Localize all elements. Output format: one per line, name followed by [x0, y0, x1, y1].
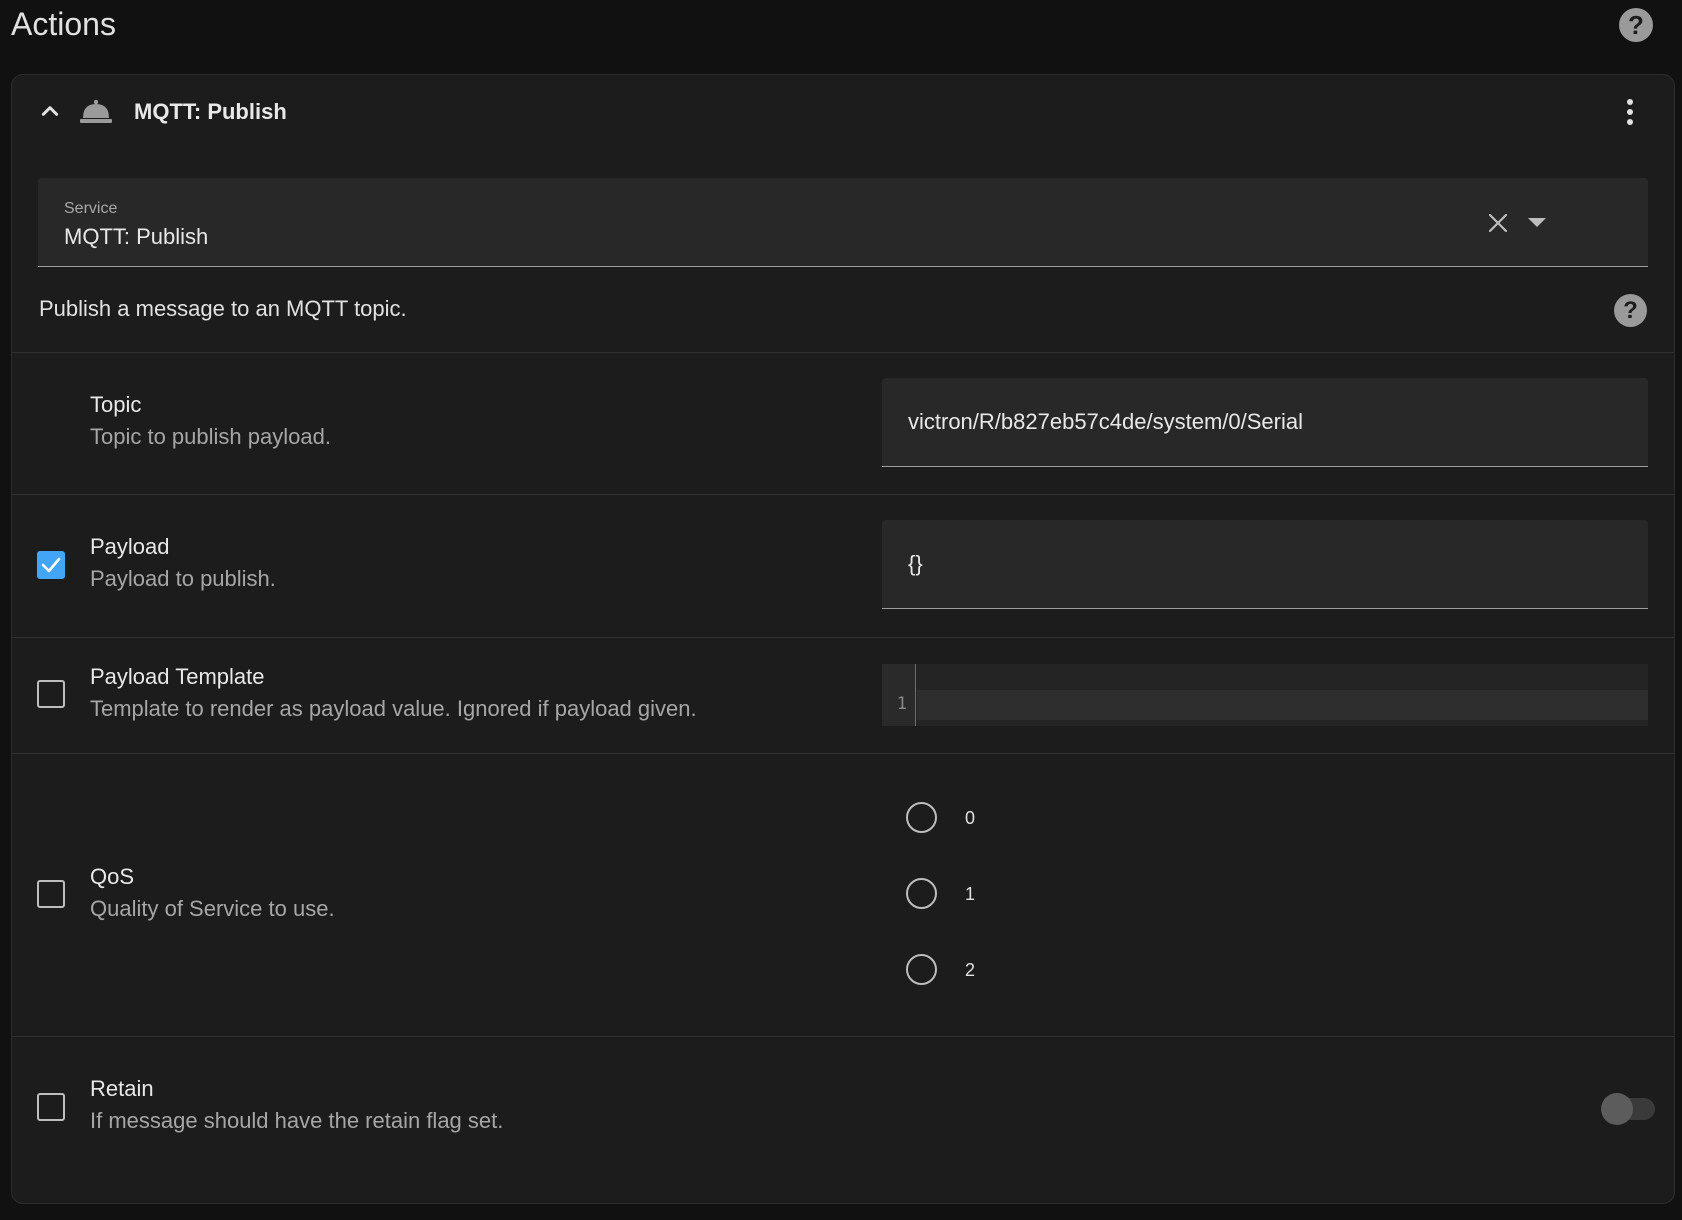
retain-title: Retain [90, 1076, 154, 1101]
chevron-up-icon[interactable] [34, 95, 66, 127]
topic-value: victron/R/b827eb57c4de/system/0/Serial [908, 409, 1303, 434]
qos-title: QoS [90, 864, 135, 889]
toggle-thumb [1601, 1093, 1633, 1125]
page-header: Actions ? [0, 0, 1682, 62]
dots-vertical-icon[interactable] [1624, 99, 1636, 129]
qos-radio-label-1: 1 [965, 884, 976, 904]
service-description: Publish a message to an MQTT topic. [39, 296, 407, 321]
retain-toggle[interactable] [1601, 1092, 1657, 1126]
divider [12, 637, 1674, 638]
service-label: Service [64, 200, 118, 217]
editor-gutter: 1 [882, 664, 916, 726]
payload-title: Payload [90, 534, 170, 559]
check-icon [41, 557, 61, 573]
qos-checkbox[interactable] [37, 880, 65, 908]
payload-input[interactable]: {} [882, 520, 1648, 609]
action-card-header[interactable]: MQTT: Publish [12, 75, 1674, 151]
bell-icon [80, 100, 112, 123]
qos-radio-2[interactable] [906, 954, 937, 985]
payload-template-editor[interactable]: 1 [882, 664, 1648, 726]
divider [12, 352, 1674, 353]
service-value: MQTT: Publish [64, 224, 209, 249]
help-circle-icon[interactable]: ? [1619, 8, 1653, 42]
payload-template-description: Template to render as payload value. Ign… [90, 696, 697, 721]
service-help-icon[interactable]: ? [1614, 294, 1647, 327]
divider [12, 753, 1674, 754]
editor-active-line [917, 690, 1648, 720]
topic-description: Topic to publish payload. [90, 424, 331, 449]
menu-down-icon[interactable] [1528, 218, 1546, 227]
payload-value: {} [908, 551, 923, 576]
qos-radio-label-0: 0 [965, 808, 976, 828]
action-title: MQTT: Publish [134, 99, 287, 124]
line-number: 1 [896, 694, 907, 714]
action-card: MQTT: Publish Service MQTT: Publish Publ… [11, 74, 1675, 1204]
qos-radio-1[interactable] [906, 878, 937, 909]
divider [12, 1036, 1674, 1037]
page-title: Actions [11, 6, 116, 42]
qos-radio-label-2: 2 [965, 960, 976, 980]
retain-checkbox[interactable] [37, 1093, 65, 1121]
payload-template-checkbox[interactable] [37, 680, 65, 708]
divider [12, 494, 1674, 495]
topic-input[interactable]: victron/R/b827eb57c4de/system/0/Serial [882, 378, 1648, 467]
payload-checkbox[interactable] [37, 551, 65, 579]
qos-radio-0[interactable] [906, 802, 937, 833]
retain-description: If message should have the retain flag s… [90, 1108, 504, 1133]
topic-title: Topic [90, 392, 142, 417]
service-select[interactable]: Service MQTT: Publish [38, 178, 1648, 267]
qos-description: Quality of Service to use. [90, 896, 335, 921]
payload-template-title: Payload Template [90, 664, 265, 689]
close-icon[interactable] [1487, 212, 1509, 234]
payload-description: Payload to publish. [90, 566, 276, 591]
